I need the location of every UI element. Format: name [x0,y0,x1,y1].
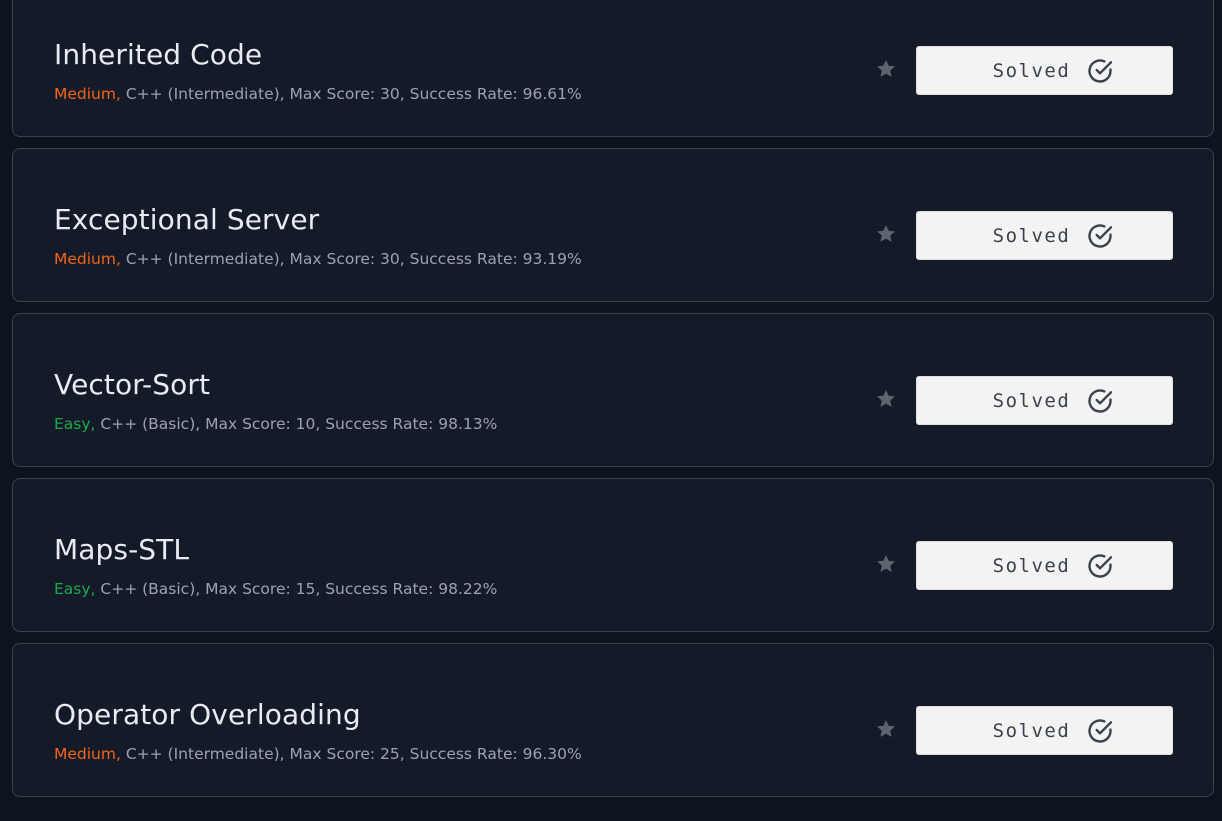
challenge-details: C++ (Basic), Max Score: 15, Success Rate… [95,580,498,598]
challenge-title[interactable]: Inherited Code [54,37,262,73]
solved-label: Solved [992,719,1071,742]
bookmark-star-button[interactable] [873,716,899,742]
star-icon [877,225,895,242]
solved-button[interactable]: Solved [916,211,1173,260]
difficulty-label: Easy, [54,580,96,598]
difficulty-label: Easy, [54,415,96,433]
challenge-card[interactable]: Exceptional Server Medium, C++ (Intermed… [12,148,1214,302]
challenge-title[interactable]: Vector-Sort [54,367,210,403]
challenge-card[interactable]: Operator Overloading Medium, C++ (Interm… [12,643,1214,797]
challenge-title[interactable]: Operator Overloading [54,697,361,733]
challenge-meta: Medium, C++ (Intermediate), Max Score: 2… [54,744,582,764]
difficulty-label: Medium, [54,85,121,103]
solved-label: Solved [992,389,1071,412]
bookmark-star-button[interactable] [873,56,899,82]
check-circle-icon [1086,552,1114,580]
star-icon [877,390,895,407]
solved-label: Solved [992,224,1071,247]
star-icon [877,555,895,572]
check-circle-icon [1086,387,1114,415]
star-icon [877,60,895,77]
bookmark-star-button[interactable] [873,386,899,412]
solved-button[interactable]: Solved [916,541,1173,590]
difficulty-label: Medium, [54,745,121,763]
challenge-details: C++ (Intermediate), Max Score: 30, Succe… [120,250,582,268]
challenge-title[interactable]: Exceptional Server [54,202,319,238]
challenge-meta: Medium, C++ (Intermediate), Max Score: 3… [54,84,582,104]
solved-label: Solved [992,59,1071,82]
solved-button[interactable]: Solved [916,376,1173,425]
challenge-details: C++ (Basic), Max Score: 10, Success Rate… [95,415,498,433]
solved-button[interactable]: Solved [916,706,1173,755]
challenge-card[interactable]: Inherited Code Medium, C++ (Intermediate… [12,0,1214,137]
challenge-details: C++ (Intermediate), Max Score: 25, Succe… [120,745,582,763]
challenge-title[interactable]: Maps-STL [54,532,189,568]
difficulty-label: Medium, [54,250,121,268]
challenge-details: C++ (Intermediate), Max Score: 30, Succe… [120,85,582,103]
challenge-meta: Medium, C++ (Intermediate), Max Score: 3… [54,249,582,269]
bookmark-star-button[interactable] [873,551,899,577]
check-circle-icon [1086,717,1114,745]
check-circle-icon [1086,222,1114,250]
challenge-card[interactable]: Vector-Sort Easy, C++ (Basic), Max Score… [12,313,1214,467]
challenge-card[interactable]: Maps-STL Easy, C++ (Basic), Max Score: 1… [12,478,1214,632]
challenge-list: Inherited Code Medium, C++ (Intermediate… [12,0,1214,808]
solved-label: Solved [992,554,1071,577]
solved-button[interactable]: Solved [916,46,1173,95]
check-circle-icon [1086,57,1114,85]
challenge-meta: Easy, C++ (Basic), Max Score: 15, Succes… [54,579,497,599]
star-icon [877,720,895,737]
bookmark-star-button[interactable] [873,221,899,247]
challenge-meta: Easy, C++ (Basic), Max Score: 10, Succes… [54,414,497,434]
